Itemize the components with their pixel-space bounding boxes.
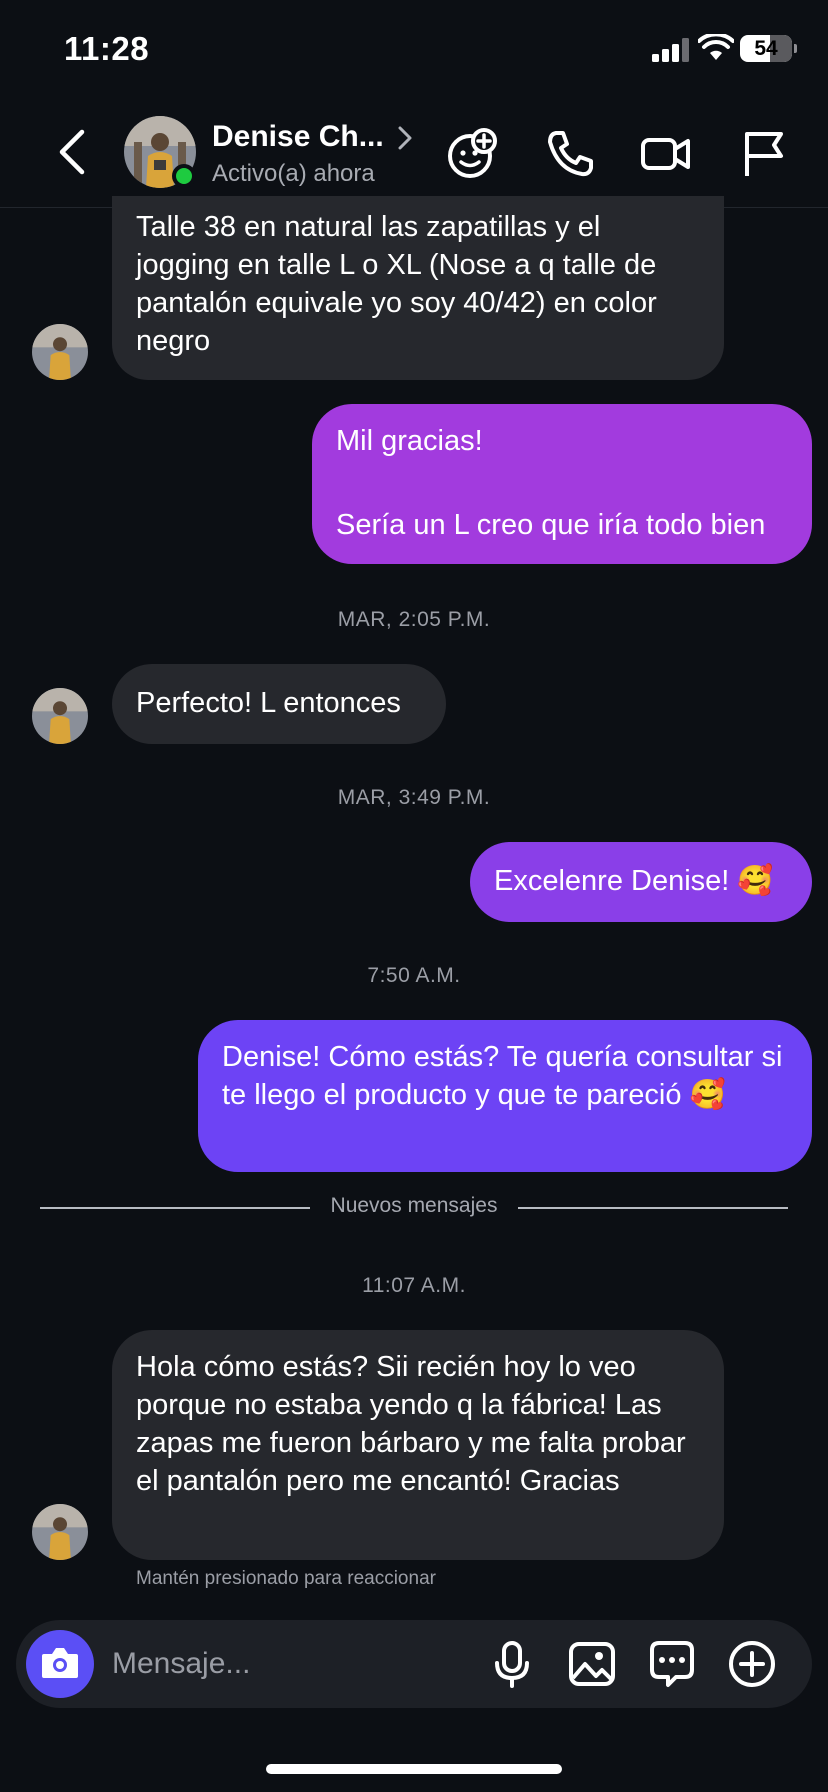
message-text-line: Sería un L creo que iría todo bien xyxy=(336,509,766,541)
timestamp: 7:50 A.M. xyxy=(367,964,461,987)
wifi-icon xyxy=(698,34,734,60)
sender-avatar[interactable] xyxy=(32,1504,88,1560)
face-plus-icon[interactable] xyxy=(446,128,498,180)
microphone-icon[interactable] xyxy=(486,1638,538,1690)
camera-icon xyxy=(42,1648,78,1678)
status-bar: 11:28 54 xyxy=(0,0,828,100)
message-text: Talle 38 en natural las zapatillas y el … xyxy=(136,211,657,357)
video-camera-icon[interactable] xyxy=(640,128,692,180)
home-indicator[interactable] xyxy=(266,1764,562,1774)
timestamp: MAR, 2:05 P.M. xyxy=(337,608,491,631)
chat-bubble-icon[interactable] xyxy=(646,1638,698,1690)
sender-avatar[interactable] xyxy=(32,324,88,380)
incoming-message[interactable]: Hola cómo estás? Sii recién hoy lo veo p… xyxy=(112,1330,724,1560)
sender-avatar[interactable] xyxy=(32,688,88,744)
timestamp: 11:07 A.M. xyxy=(362,1274,466,1297)
camera-button[interactable] xyxy=(26,1630,94,1698)
battery-level: 54 xyxy=(754,37,778,60)
phone-icon[interactable] xyxy=(544,128,596,180)
chat-header: Denise Ch... Activo(a) ahora xyxy=(0,100,828,208)
avatar-image-icon xyxy=(32,324,88,380)
online-indicator xyxy=(172,164,196,188)
incoming-message[interactable]: Perfecto! L entonces xyxy=(112,664,446,744)
message-text-line: Mil gracias! xyxy=(336,425,483,457)
outgoing-message[interactable]: Excelenre Denise! 🥰 xyxy=(470,842,812,922)
battery-icon: 54 xyxy=(740,35,797,62)
incoming-message[interactable]: Talle 38 en natural las zapatillas y el … xyxy=(112,196,724,380)
avatar-image-icon xyxy=(32,1504,88,1560)
message-input[interactable] xyxy=(112,1636,492,1692)
back-button[interactable] xyxy=(52,126,92,178)
new-messages-divider: Nuevos mensajes xyxy=(330,1194,498,1217)
contact-activity-status: Activo(a) ahora xyxy=(212,160,375,187)
message-text: Denise! Cómo estás? Te quería consultar … xyxy=(222,1041,783,1111)
timestamp: MAR, 3:49 P.M. xyxy=(337,786,491,809)
outgoing-message[interactable]: Denise! Cómo estás? Te quería consultar … xyxy=(198,1020,812,1172)
message-text: Perfecto! L entonces xyxy=(136,687,401,719)
flag-icon[interactable] xyxy=(738,128,790,180)
divider-line-right xyxy=(518,1207,788,1209)
reaction-hint: Mantén presionado para reaccionar xyxy=(136,1568,436,1589)
cellular-signal-icon xyxy=(652,38,689,62)
contact-name[interactable]: Denise Ch... xyxy=(212,120,384,154)
outgoing-message[interactable]: Mil gracias! Sería un L creo que iría to… xyxy=(312,404,812,564)
avatar-image-icon xyxy=(32,688,88,744)
chevron-right-icon[interactable] xyxy=(396,124,414,152)
plus-circle-icon[interactable] xyxy=(726,1638,778,1690)
message-composer xyxy=(16,1620,812,1708)
image-icon[interactable] xyxy=(566,1638,618,1690)
message-text: Excelenre Denise! 🥰 xyxy=(494,865,774,897)
status-time: 11:28 xyxy=(64,30,150,67)
message-text: Hola cómo estás? Sii recién hoy lo veo p… xyxy=(136,1351,686,1497)
